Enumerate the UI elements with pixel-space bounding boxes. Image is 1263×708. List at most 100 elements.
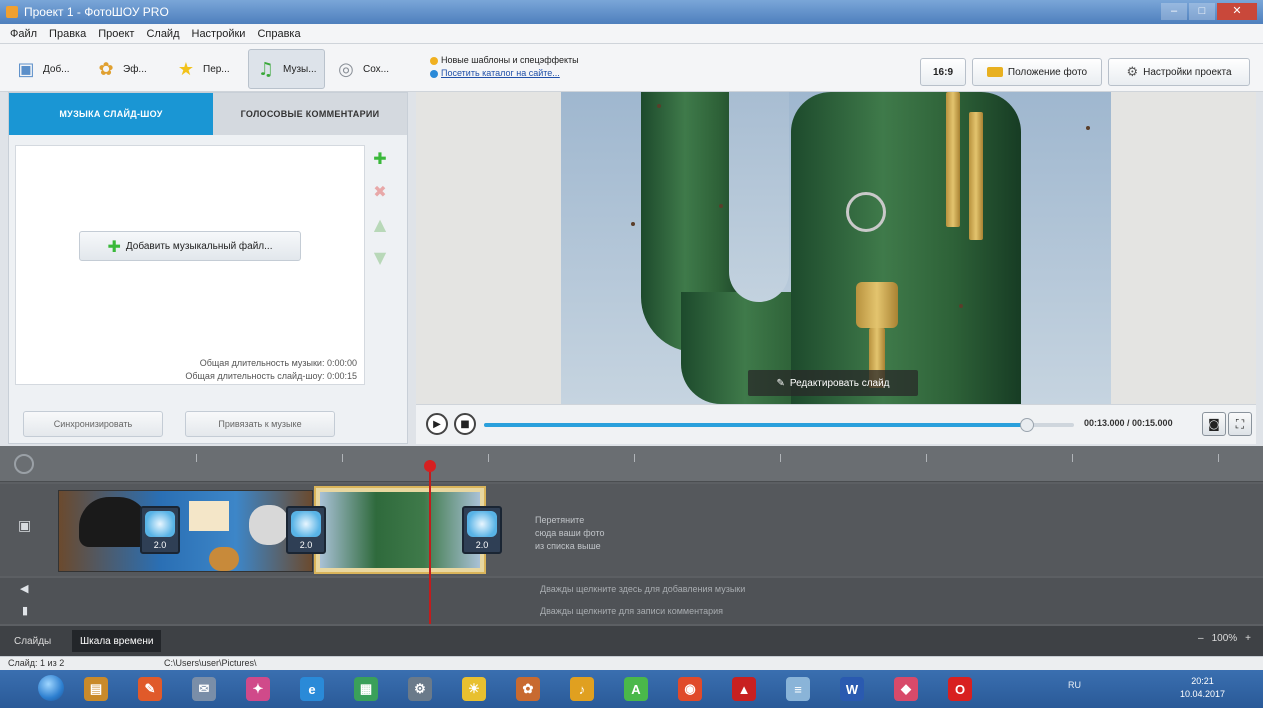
slide-clip-1[interactable] <box>58 490 313 572</box>
cactus-trunk <box>791 92 1021 404</box>
drop-hint-line: Перетяните <box>535 515 585 525</box>
zoom-control: – 100% + <box>1198 633 1251 644</box>
view-tabs: Слайды Шкала времени – 100% + <box>0 626 1263 656</box>
bind-to-music-button[interactable]: Привязать к музыке <box>185 411 335 437</box>
menu-edit[interactable]: Правка <box>49 28 86 40</box>
add-track-icon[interactable]: ✚ <box>373 149 386 168</box>
disc-icon: ◎ <box>338 58 354 80</box>
time-ruler[interactable] <box>0 446 1263 482</box>
timeline: ▣ 2.0 2.0 2.0 Перетяните сюда ваши фото … <box>0 446 1263 656</box>
system-clock[interactable]: 20:21 10.04.2017 <box>1180 675 1225 701</box>
playback-knob[interactable] <box>1019 418 1034 432</box>
photo-position-button[interactable]: Положение фото <box>972 58 1102 86</box>
playback-progress <box>484 423 1027 427</box>
ruler-tick <box>760 452 800 462</box>
pdf-reader-icon[interactable]: ▲ <box>732 677 756 701</box>
playhead-handle[interactable] <box>424 460 436 472</box>
slide-track[interactable]: ▣ 2.0 2.0 2.0 Перетяните сюда ваши фото … <box>0 484 1263 576</box>
nail <box>631 222 635 226</box>
settings-icon: ⚙ <box>1126 64 1139 80</box>
language-indicator[interactable]: RU <box>1068 680 1081 690</box>
move-down-icon[interactable]: ▼ <box>374 248 386 267</box>
transition-2[interactable]: 2.0 <box>286 506 326 554</box>
ruler-tick <box>468 452 508 462</box>
menu-file[interactable]: Файл <box>10 28 37 40</box>
word-icon[interactable]: W <box>840 677 864 701</box>
music-panel: МУЗЫКА СЛАЙД-ШОУ ГОЛОСОВЫЕ КОММЕНТАРИИ ✚… <box>8 92 408 444</box>
clock-time: 20:21 <box>1191 676 1214 686</box>
add-music-button[interactable]: ✚ Добавить музыкальный файл... <box>79 231 301 261</box>
edit-slide-button[interactable]: ✎ Редактировать слайд <box>748 370 918 396</box>
paint-icon[interactable]: ✎ <box>138 677 162 701</box>
headphones-icon[interactable]: ♪ <box>570 677 594 701</box>
slides-track-icon: ▣ <box>18 518 32 534</box>
notepad-icon[interactable]: ≡ <box>786 677 810 701</box>
menu-settings[interactable]: Настройки <box>192 28 246 40</box>
category-tab-label: Пер... <box>203 63 230 75</box>
folder-path: C:\Users\user\Pictures\ <box>164 658 257 668</box>
minimize-button[interactable]: – <box>1161 3 1187 20</box>
start-button[interactable] <box>38 675 64 701</box>
tab-voice-comments[interactable]: ГОЛОСОВЫЕ КОММЕНТАРИИ <box>213 93 407 135</box>
catalog-link[interactable]: Посетить каталог на сайте... <box>441 68 560 78</box>
tab-slideshow-music[interactable]: МУЗЫКА СЛАЙД-ШОУ <box>9 93 213 135</box>
add-music-label: Добавить музыкальный файл... <box>125 240 273 252</box>
maximize-button[interactable]: □ <box>1189 3 1215 20</box>
tab-slides[interactable]: Слайды <box>6 630 59 652</box>
play-button[interactable]: ▶ <box>426 413 448 435</box>
music-icon: ♫ <box>257 58 275 80</box>
project-settings-button[interactable]: ⚙ Настройки проекта <box>1108 58 1250 86</box>
edit-slide-label: Редактировать слайд <box>789 377 890 389</box>
zoom-in-button[interactable]: + <box>1245 633 1251 644</box>
cactus-gap <box>729 92 789 302</box>
playhead[interactable] <box>429 460 431 624</box>
close-button[interactable]: ✕ <box>1217 3 1257 20</box>
photoshow-icon[interactable]: ◆ <box>894 677 918 701</box>
audio-track[interactable]: ◀ ▮ Дважды щелкните здесь для добавления… <box>0 578 1263 624</box>
internet-explorer-icon[interactable]: e <box>300 677 324 701</box>
games-icon[interactable]: ✦ <box>246 677 270 701</box>
player-controls: ▶ ■ 00:13.000 / 00:15.000 ◙ ⛶ <box>416 404 1256 444</box>
category-tab[interactable]: ★ Пер... <box>168 49 245 89</box>
transition-3[interactable]: 2.0 <box>462 506 502 554</box>
camera-icon: ◙ <box>1208 417 1220 431</box>
fullscreen-button[interactable]: ⛶ <box>1228 412 1252 436</box>
menu-slide[interactable]: Слайд <box>146 28 179 40</box>
aspect-ratio-button[interactable]: 16:9 <box>920 58 966 86</box>
file-manager-icon[interactable]: ▤ <box>84 677 108 701</box>
flower-icon[interactable]: ✿ <box>516 677 540 701</box>
remove-track-icon[interactable]: ✖ <box>373 182 386 201</box>
category-tab[interactable]: ♫ Музы... <box>248 49 325 89</box>
slide-clip-2[interactable] <box>314 486 486 574</box>
image-icon: ▣ <box>17 58 35 80</box>
playback-slider[interactable] <box>484 418 1074 432</box>
window-controls: – □ ✕ <box>1161 3 1257 20</box>
slide-preview[interactable] <box>416 92 1256 404</box>
menu-help[interactable]: Справка <box>257 28 300 40</box>
music-duration: Общая длительность музыки: 0:00:00 <box>199 358 357 368</box>
key-head <box>856 282 898 328</box>
category-tab[interactable]: ◎ Сох... <box>328 49 405 89</box>
stop-button[interactable]: ■ <box>454 413 476 435</box>
opera-icon[interactable]: O <box>948 677 972 701</box>
zoom-out-button[interactable]: – <box>1198 633 1204 644</box>
settings-icon[interactable]: ⚙ <box>408 677 432 701</box>
news-text: Новые шаблоны и спецэффекты <box>441 55 579 65</box>
category-tab[interactable]: ✿ Эф... <box>88 49 165 89</box>
transition-1[interactable]: 2.0 <box>140 506 180 554</box>
menu-project[interactable]: Проект <box>98 28 134 40</box>
move-up-icon[interactable]: ▲ <box>374 215 386 234</box>
music-list[interactable] <box>15 145 365 385</box>
zoom-level: 100% <box>1211 633 1238 644</box>
tab-timeline[interactable]: Шкала времени <box>72 630 162 652</box>
category-tab[interactable]: ▣ Доб... <box>8 49 85 89</box>
sun-icon[interactable]: ☀ <box>462 677 486 701</box>
image-viewer-icon[interactable]: ▦ <box>354 677 378 701</box>
android-icon[interactable]: A <box>624 677 648 701</box>
cactus-thumbnail <box>320 492 480 568</box>
sync-button[interactable]: Синхронизировать <box>23 411 163 437</box>
speaker-icon: ◀ <box>20 582 29 595</box>
chrome-icon[interactable]: ◉ <box>678 677 702 701</box>
mail-icon[interactable]: ✉ <box>192 677 216 701</box>
snapshot-button[interactable]: ◙ <box>1202 412 1226 436</box>
